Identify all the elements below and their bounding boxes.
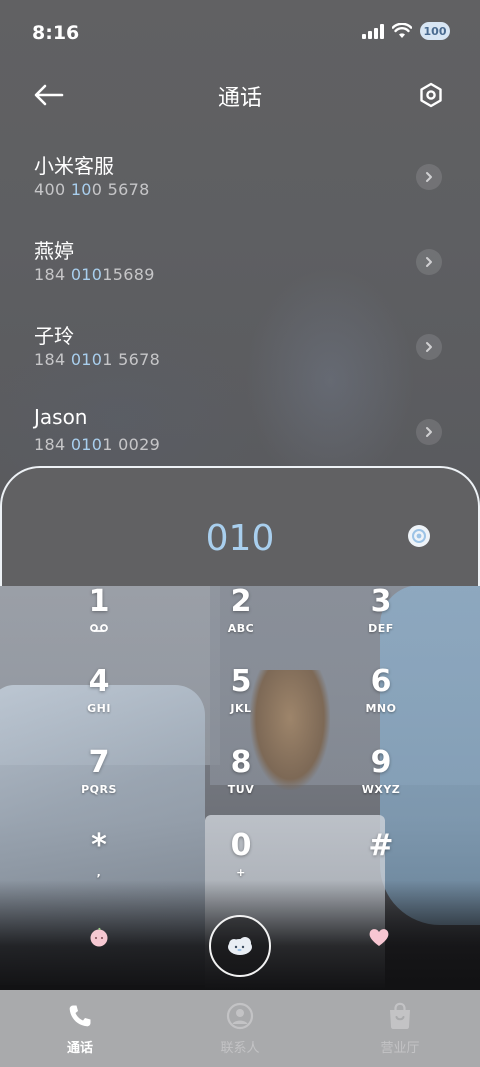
keypad: 1 2 ABC 3 DEF 4 GHI 5 JKL 6 MNO 7 PQRS 8… [0,580,480,910]
key-digit: 7 [88,745,110,780]
call-button[interactable] [209,915,271,977]
key-letters: TUV [227,783,255,796]
key-digit: 5 [230,664,252,699]
header: 通话 [0,70,480,120]
nav-item-contacts[interactable]: 联系人 [160,990,320,1067]
status-time: 8:16 [32,22,80,44]
status-bar: 8:16 100 [0,0,480,68]
contact-name: 燕婷 [34,239,74,263]
nav-item-calls[interactable]: 通话 [0,990,160,1067]
key-digit: 0 [230,828,252,863]
contact-name: 小米客服 [34,154,114,178]
nav-label: 联系人 [220,1041,260,1056]
key-letters: ABC [227,622,255,635]
key-digit: 8 [230,745,252,780]
nav-item-store[interactable]: 营业厅 [320,990,480,1067]
nav-label: 通话 [66,1041,93,1056]
heart-icon [369,929,389,946]
key-digit: 3 [370,584,392,619]
page-title: 通话 [217,86,262,111]
settings-button[interactable] [414,78,448,112]
battery-level: 100 [423,24,447,38]
key-8[interactable]: 8 TUV [196,745,286,815]
chevron-right-icon [426,427,432,437]
key-letters: GHI [87,702,111,715]
key-digit: 9 [370,745,392,780]
key-letters: + [236,866,246,879]
chevron-right-icon [426,257,432,267]
contact-name: 子玲 [34,324,74,348]
contact-list: 小米客服 400 100 5678 燕婷 184 01015689 子玲 184… [0,140,480,480]
contact-number: 184 01015689 [34,265,155,284]
voicemail-icon [90,624,108,632]
contact-item[interactable]: 燕婷 184 01015689 [0,225,480,310]
status-icons: 100 [362,22,450,40]
key-digit: 1 [88,584,110,619]
key-5[interactable]: 5 JKL [196,664,286,734]
cloud-call-icon [228,937,252,955]
key-6[interactable]: 6 MNO [336,664,426,734]
key-2[interactable]: 2 ABC [196,584,286,654]
chevron-right-icon [426,342,432,352]
contact-item[interactable]: 子玲 184 0101 5678 [0,310,480,395]
key-star[interactable]: * , [54,828,144,898]
contact-item[interactable]: 小米客服 400 100 5678 [0,140,480,225]
key-0[interactable]: 0 + [196,828,286,898]
key-digit: 4 [88,664,110,699]
contact-number: 184 0101 0029 [34,435,161,454]
settings-icon [420,82,442,108]
key-digit: 6 [370,664,392,699]
signal-icon [362,23,384,39]
heart-button[interactable] [364,922,394,952]
key-digit: # [368,828,394,863]
chevron-right-icon [426,172,432,182]
key-3[interactable]: 3 DEF [336,584,426,654]
contact-number: 400 100 5678 [34,180,150,199]
contact-detail-button[interactable] [416,334,442,360]
peach-icon [90,927,108,947]
wifi-icon [392,23,412,38]
cloud-sticker-icon[interactable] [406,523,432,549]
key-digit: 2 [230,584,252,619]
contact-detail-button[interactable] [416,164,442,190]
contact-number: 184 0101 5678 [34,350,161,369]
battery-icon: 100 [420,22,450,40]
store-icon [386,1002,414,1030]
nav-label: 营业厅 [380,1041,420,1056]
key-9[interactable]: 9 WXYZ [336,745,426,815]
bottom-navigation: 通话 联系人 营业厅 [0,990,480,1067]
key-letters: , [96,866,102,879]
key-1[interactable]: 1 [54,584,144,654]
key-4[interactable]: 4 GHI [54,664,144,734]
key-letters: WXYZ [361,783,401,796]
key-hash[interactable]: # [336,828,426,898]
key-letters: MNO [365,702,397,715]
contacts-icon [226,1002,254,1030]
contact-detail-button[interactable] [416,249,442,275]
key-7[interactable]: 7 PQRS [54,745,144,815]
key-letters: PQRS [81,783,117,796]
key-letters: DEF [368,622,394,635]
dial-panel: 010 [0,466,480,586]
contact-detail-button[interactable] [416,419,442,445]
phone-icon [66,1002,94,1030]
contact-name: Jason [34,405,88,429]
key-digit: * [91,828,107,863]
key-letters: JKL [230,702,252,715]
peach-button[interactable] [84,922,114,952]
